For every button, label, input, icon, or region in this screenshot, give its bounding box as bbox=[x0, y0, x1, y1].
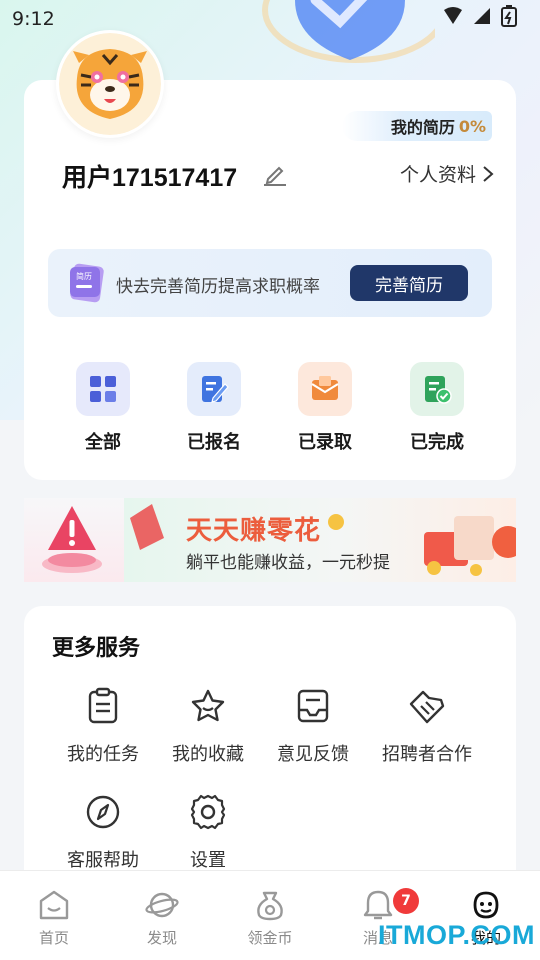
service-label: 我的任务 bbox=[67, 744, 139, 765]
service-label: 意见反馈 bbox=[277, 744, 349, 765]
quick-label: 已完成 bbox=[410, 432, 464, 453]
tab-home[interactable]: 首页 bbox=[14, 889, 94, 948]
service-label: 招聘者合作 bbox=[382, 744, 472, 765]
quick-label: 已录取 bbox=[298, 432, 352, 453]
quick-icon-box bbox=[298, 362, 352, 416]
avatar[interactable] bbox=[56, 30, 164, 138]
service-label: 我的收藏 bbox=[172, 744, 244, 765]
service-label: 客服帮助 bbox=[67, 850, 139, 871]
check-doc-icon bbox=[425, 376, 452, 404]
complete-resume-button[interactable]: 完善简历 bbox=[350, 265, 468, 301]
quick-icon-box bbox=[76, 362, 130, 416]
status-bar: 9:12 bbox=[0, 0, 540, 36]
planet-icon bbox=[145, 892, 179, 918]
smile-icon bbox=[473, 891, 499, 919]
service-settings[interactable]: 设置 bbox=[153, 792, 263, 872]
edit-pencil-icon[interactable] bbox=[262, 161, 288, 187]
complete-resume-banner: 简历 快去完善简历提高求职概率 完善简历 bbox=[48, 249, 492, 317]
resume-doc-icon: 简历 bbox=[70, 263, 104, 303]
promo-left-panel bbox=[24, 498, 124, 582]
message-count-badge: 7 bbox=[393, 888, 419, 914]
service-recruiter-partnership[interactable]: 招聘者合作 bbox=[372, 686, 482, 766]
services-heading: 更多服务 bbox=[52, 636, 141, 661]
envelope-icon bbox=[311, 376, 339, 400]
quick-item-completed[interactable]: 已完成 bbox=[397, 362, 477, 454]
tab-label: 领金币 bbox=[247, 929, 293, 947]
quick-item-admitted[interactable]: 已录取 bbox=[285, 362, 365, 454]
promo-title: 天天赚零花 bbox=[186, 516, 322, 546]
service-my-tasks[interactable]: 我的任务 bbox=[48, 686, 158, 766]
promo-banner[interactable]: 天天赚零花 躺平也能赚收益，一元秒提 bbox=[24, 498, 516, 582]
my-resume-button[interactable]: 我的简历 0% bbox=[342, 111, 492, 141]
username: 用户171517417 bbox=[62, 164, 238, 192]
coin-bag-icon bbox=[257, 891, 283, 921]
resume-icon-text: 简历 bbox=[76, 271, 92, 281]
tab-earn-coins[interactable]: 领金币 bbox=[230, 889, 310, 948]
compass-icon bbox=[86, 795, 120, 829]
tab-discover[interactable]: 发现 bbox=[122, 889, 202, 948]
clipboard-icon bbox=[88, 687, 118, 724]
application-status-row: 全部 已报名 已录取 已完成 bbox=[24, 362, 516, 462]
resume-percent: 0% bbox=[458, 116, 486, 136]
handshake-icon bbox=[409, 690, 445, 724]
quick-label: 全部 bbox=[85, 432, 121, 453]
quick-label: 已报名 bbox=[187, 432, 241, 453]
bell-icon bbox=[363, 890, 393, 920]
complete-resume-text: 快去完善简历提高求职概率 bbox=[116, 277, 320, 297]
service-customer-help[interactable]: 客服帮助 bbox=[48, 792, 158, 872]
home-icon bbox=[39, 890, 69, 920]
quick-icon-box bbox=[410, 362, 464, 416]
watermark: ITMOP.COM bbox=[378, 920, 536, 950]
battery-icon bbox=[501, 5, 517, 27]
signal-icon bbox=[474, 8, 490, 24]
quick-icon-box bbox=[187, 362, 241, 416]
grid-icon bbox=[90, 376, 116, 402]
resume-label: 我的简历 bbox=[390, 118, 455, 137]
alert-triangle-icon bbox=[42, 506, 102, 573]
status-time: 9:12 bbox=[12, 8, 55, 30]
tab-label: 发现 bbox=[146, 929, 177, 947]
profile-link-label: 个人资料 bbox=[399, 164, 476, 186]
service-feedback[interactable]: 意见反馈 bbox=[258, 686, 368, 766]
service-label: 设置 bbox=[190, 850, 226, 871]
service-favorites[interactable]: 我的收藏 bbox=[153, 686, 263, 766]
inbox-icon bbox=[297, 689, 329, 723]
gear-icon bbox=[190, 794, 226, 830]
edit-doc-icon bbox=[202, 376, 229, 403]
tiger-avatar-icon bbox=[59, 33, 161, 135]
chevron-right-icon bbox=[483, 165, 494, 182]
quick-item-all[interactable]: 全部 bbox=[63, 362, 143, 454]
wifi-icon bbox=[444, 7, 462, 24]
more-services-card: 更多服务 我的任务 我的收藏 意见反馈 招聘者合作 客服帮助 设置 bbox=[24, 606, 516, 896]
star-icon bbox=[191, 689, 225, 722]
tab-label: 首页 bbox=[38, 929, 69, 947]
status-icons bbox=[442, 4, 518, 28]
quick-item-applied[interactable]: 已报名 bbox=[174, 362, 254, 454]
promo-subtitle: 躺平也能赚收益，一元秒提 bbox=[186, 553, 390, 573]
profile-link[interactable]: 个人资料 bbox=[400, 160, 494, 187]
